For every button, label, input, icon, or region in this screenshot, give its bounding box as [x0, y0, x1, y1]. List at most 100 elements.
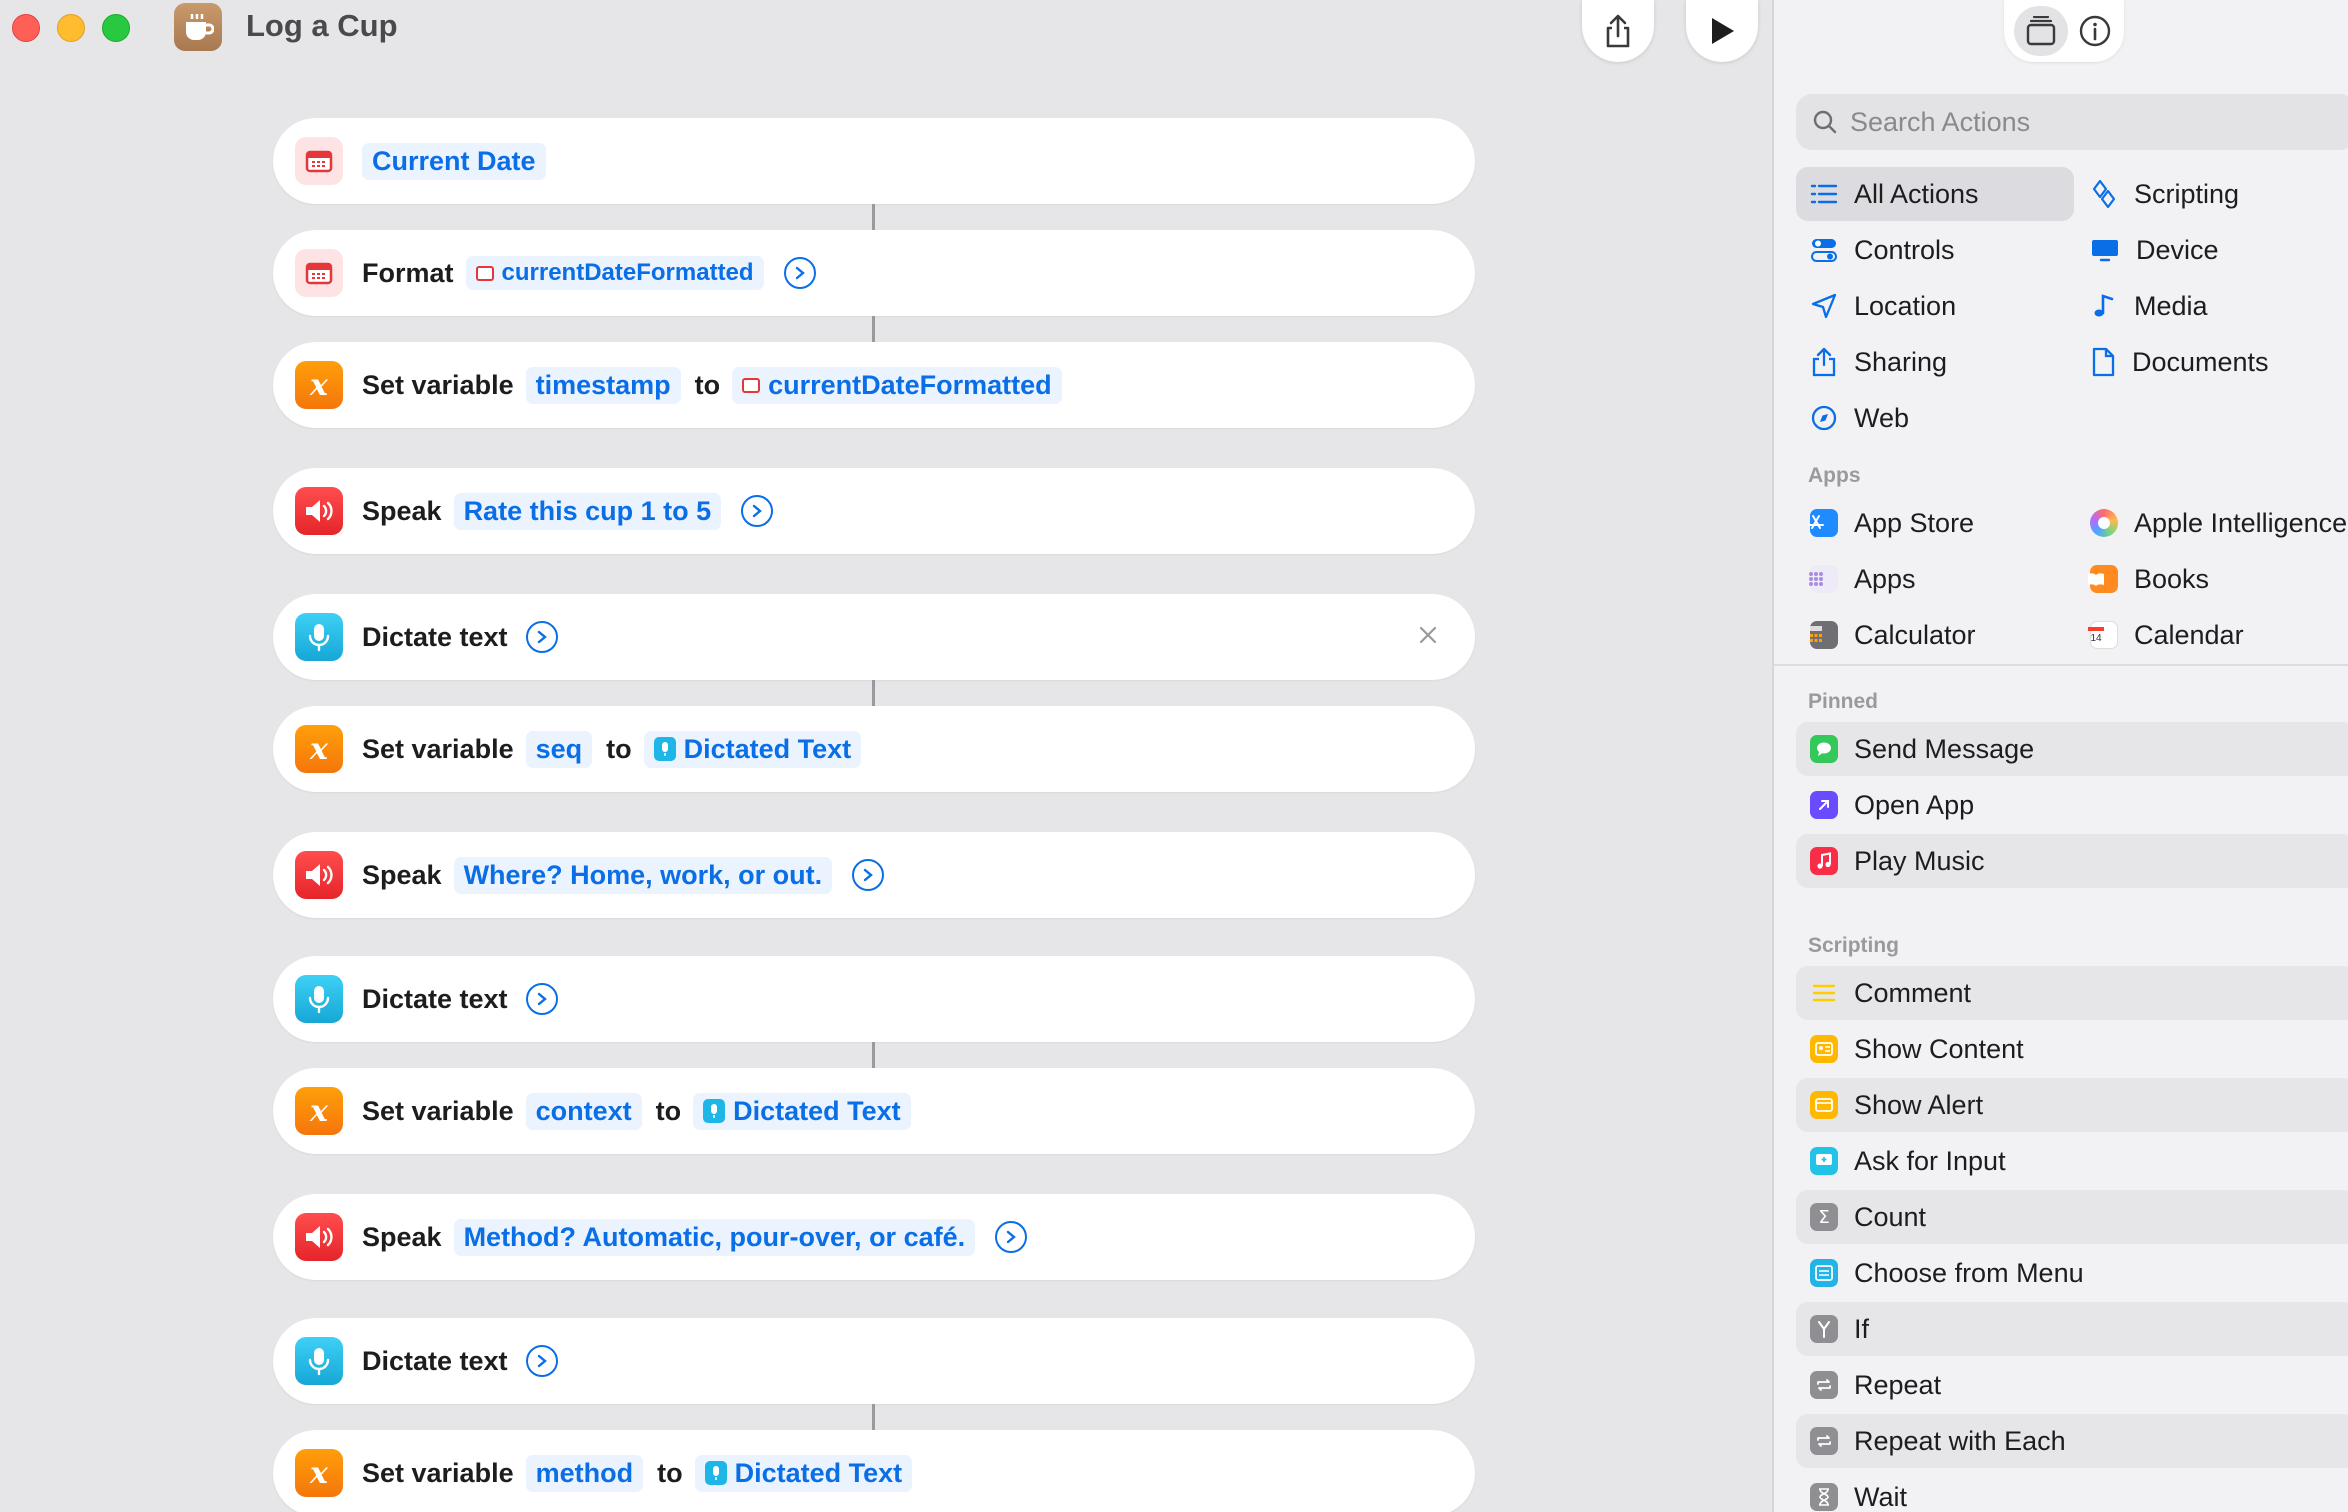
search-input[interactable]: [1850, 106, 2330, 138]
current-date-token[interactable]: Current Date: [362, 142, 546, 180]
category-device[interactable]: Device: [2076, 223, 2346, 277]
chevron-right-icon[interactable]: [525, 621, 558, 653]
show-content-icon: [1810, 1035, 1838, 1063]
scripting-choose-from-menu[interactable]: Choose from Menu: [1796, 1246, 2348, 1300]
chevron-right-icon[interactable]: [525, 983, 558, 1015]
action-label: Choose from Menu: [1854, 1257, 2084, 1288]
action-label: Show Alert: [1854, 1089, 1984, 1120]
action-set-variable[interactable]: x Set variable timestamp to currentDateF…: [273, 342, 1475, 428]
apps-section-label: Apps: [1808, 464, 1861, 487]
pinned-send-message[interactable]: Send Message: [1796, 722, 2348, 776]
app-label: Calculator: [1854, 619, 1976, 650]
actions-sidebar: All Actions Scripting Controls Device Lo…: [1772, 0, 2348, 1512]
scripting-repeat[interactable]: Repeat: [1796, 1358, 2348, 1412]
minimize-window-button[interactable]: [57, 14, 85, 42]
token-label: Dictated Text: [734, 1457, 903, 1488]
category-documents[interactable]: Documents: [2076, 335, 2346, 389]
action-label: Ask for Input: [1854, 1145, 2006, 1176]
action-dictate-text[interactable]: Dictate text: [273, 1318, 1475, 1404]
hourglass-icon: [1810, 1483, 1838, 1511]
token-label: Where? Home, work, or out.: [463, 859, 823, 890]
category-web[interactable]: Web: [1796, 391, 2074, 445]
remove-action-close-icon[interactable]: [1417, 622, 1439, 653]
chevron-right-icon[interactable]: [995, 1221, 1028, 1253]
variable-value-token[interactable]: Dictated Text: [693, 1092, 911, 1130]
app-item-calendar[interactable]: 14 Calendar: [2076, 608, 2348, 662]
action-format-date[interactable]: Format currentDateFormatted: [273, 230, 1475, 316]
document-icon: [2092, 347, 2115, 377]
speak-text-token[interactable]: Rate this cup 1 to 5: [453, 492, 722, 530]
scripting-ask-for-input[interactable]: Ask for Input: [1796, 1134, 2348, 1188]
token-label: Current Date: [372, 145, 536, 176]
category-media[interactable]: Media: [2076, 279, 2346, 333]
search-icon: [1813, 110, 1837, 134]
scripting-count[interactable]: Σ Count: [1796, 1190, 2348, 1244]
app-item-calculator[interactable]: Calculator: [1796, 608, 2074, 662]
action-label: Comment: [1854, 977, 1972, 1008]
pinned-open-app[interactable]: Open App: [1796, 778, 2348, 832]
category-location[interactable]: Location: [1796, 279, 2074, 333]
category-label: Web: [1854, 402, 1910, 433]
chevron-right-icon[interactable]: [525, 1345, 558, 1377]
action-set-variable[interactable]: x Set variable method to Dictated Text: [273, 1430, 1475, 1512]
speak-text-token[interactable]: Where? Home, work, or out.: [453, 856, 833, 894]
action-current-date[interactable]: Current Date: [273, 118, 1475, 204]
scripting-show-alert[interactable]: Show Alert: [1796, 1078, 2348, 1132]
scripting-wait[interactable]: Wait: [1796, 1470, 2348, 1512]
variable-name-token[interactable]: seq: [525, 730, 593, 768]
repeat-icon: [1810, 1371, 1838, 1399]
comment-lines-icon: [1810, 979, 1838, 1007]
action-label: Repeat with Each: [1854, 1425, 2066, 1456]
action-speak[interactable]: Speak Where? Home, work, or out.: [273, 832, 1475, 918]
action-set-variable[interactable]: x Set variable seq to Dictated Text: [273, 706, 1475, 792]
category-all-actions[interactable]: All Actions: [1796, 167, 2074, 221]
chevron-right-icon[interactable]: [783, 257, 816, 289]
app-item-books[interactable]: Books: [2076, 552, 2348, 606]
variable-value-token[interactable]: Dictated Text: [694, 1454, 913, 1492]
variable-x-icon: x: [295, 361, 343, 409]
variable-value-token[interactable]: Dictated Text: [643, 730, 862, 768]
app-item-apple-intelligence[interactable]: Apple Intelligence: [2076, 496, 2348, 550]
location-icon: [1811, 293, 1837, 319]
category-controls[interactable]: Controls: [1796, 223, 2074, 277]
library-button[interactable]: [2013, 6, 2068, 56]
variable-x-icon: x: [295, 725, 343, 773]
category-sharing[interactable]: Sharing: [1796, 335, 2074, 389]
app-store-icon: [1808, 509, 1838, 537]
variable-name-token[interactable]: timestamp: [525, 366, 681, 404]
scripting-show-content[interactable]: Show Content: [1796, 1022, 2348, 1076]
variable-name-token[interactable]: context: [525, 1092, 642, 1130]
action-dictate-text[interactable]: Dictate text: [273, 594, 1475, 680]
menu-icon: [1810, 1259, 1838, 1287]
pinned-play-music[interactable]: Play Music: [1796, 834, 2348, 888]
action-verb: Dictate text: [362, 621, 508, 652]
alert-window-icon: [1810, 1091, 1838, 1119]
speak-text-token[interactable]: Method? Automatic, pour-over, or café.: [453, 1218, 976, 1256]
variable-name-token[interactable]: method: [525, 1454, 644, 1492]
zoom-window-button[interactable]: [102, 14, 130, 42]
token-label: seq: [535, 733, 583, 764]
run-button[interactable]: [1686, 0, 1758, 62]
category-scripting[interactable]: Scripting: [2076, 167, 2346, 221]
music-note-icon: [1810, 847, 1838, 875]
app-item-app-store[interactable]: App Store: [1796, 496, 2074, 550]
category-label: Sharing: [1854, 346, 1948, 377]
chevron-right-icon[interactable]: [741, 495, 774, 527]
action-label: Count: [1854, 1201, 1927, 1232]
close-window-button[interactable]: [12, 14, 40, 42]
search-field[interactable]: [1796, 94, 2348, 150]
action-speak[interactable]: Speak Method? Automatic, pour-over, or c…: [273, 1194, 1475, 1280]
app-item-apps[interactable]: Apps: [1796, 552, 2074, 606]
chevron-right-icon[interactable]: [852, 859, 885, 891]
share-button[interactable]: [1582, 0, 1654, 62]
scripting-if[interactable]: If: [1796, 1302, 2348, 1356]
variable-token[interactable]: currentDateFormatted: [465, 256, 764, 290]
scripting-comment[interactable]: Comment: [1796, 966, 2348, 1020]
info-button[interactable]: [2075, 11, 2115, 51]
music-note-icon: [2094, 294, 2114, 317]
action-speak[interactable]: Speak Rate this cup 1 to 5: [273, 468, 1475, 554]
scripting-repeat-with-each[interactable]: Repeat with Each: [1796, 1414, 2348, 1468]
action-dictate-text[interactable]: Dictate text: [273, 956, 1475, 1042]
variable-value-token[interactable]: currentDateFormatted: [732, 366, 1062, 404]
action-set-variable[interactable]: x Set variable context to Dictated Text: [273, 1068, 1475, 1154]
